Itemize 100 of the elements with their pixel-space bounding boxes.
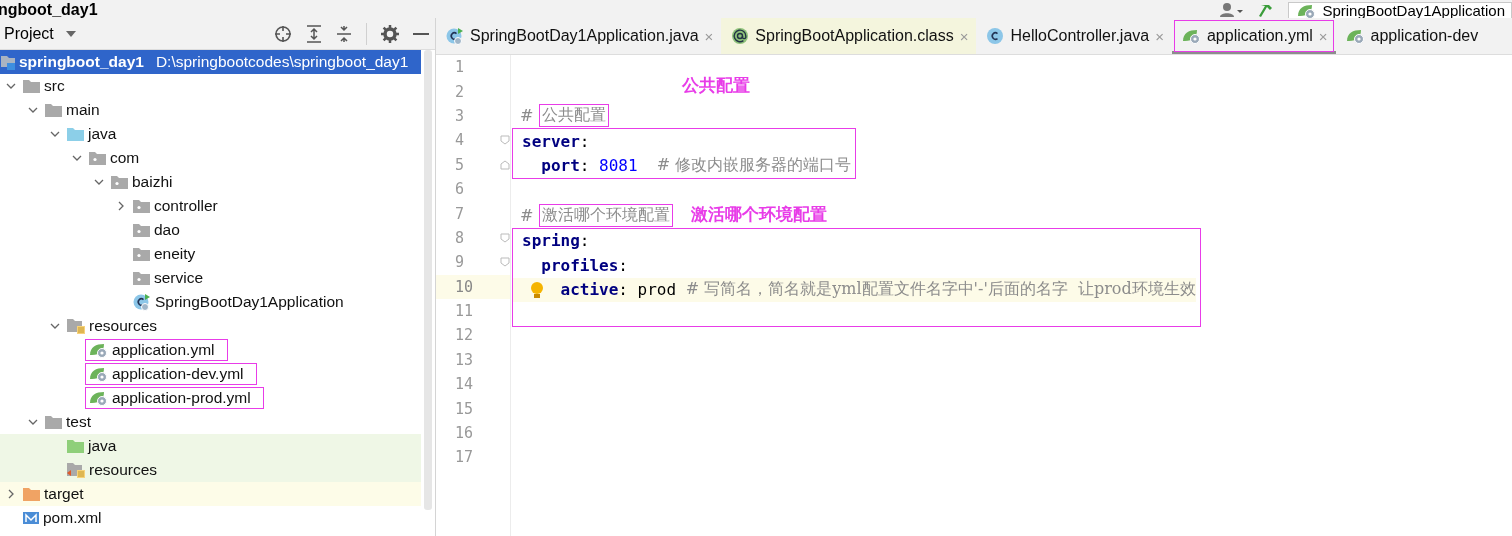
package-icon (111, 175, 128, 189)
tree-item-label: pom.xml (43, 509, 102, 527)
code-token: 激活哪个环境配置 (538, 204, 673, 228)
tree-item[interactable]: pom.xml (0, 506, 422, 530)
fold-marker-icon[interactable] (500, 232, 510, 243)
tree-item[interactable]: springboot_day1 D:\springbootcodes\springboot_day1 (0, 50, 422, 74)
tree-item-label: application-prod.yml (112, 389, 251, 407)
fold-marker-icon[interactable] (500, 159, 510, 170)
code-token: : (579, 156, 591, 176)
folder-icon (45, 415, 62, 429)
tree-item-label: java (88, 125, 117, 143)
line-number: 2 (455, 82, 465, 101)
caret-down-icon[interactable] (65, 30, 76, 37)
tree-item[interactable]: main (0, 98, 422, 122)
line-number: 16 (455, 424, 474, 443)
code-token: 公共配置 (538, 104, 609, 128)
class-icon (133, 293, 151, 311)
tree-item-label: test (66, 413, 91, 431)
code-token: # (520, 106, 535, 126)
tree-item-label: service (154, 269, 204, 287)
tree-item[interactable]: dao (0, 218, 422, 242)
expand-all-icon[interactable] (306, 24, 322, 43)
maven-icon (23, 512, 39, 524)
tree-item[interactable]: resources (0, 314, 422, 338)
tree-item[interactable]: baizhi (0, 170, 422, 194)
line-number: 3 (455, 106, 465, 125)
code-token: port (541, 156, 580, 176)
package-icon (133, 271, 150, 285)
tree-item[interactable]: eneity (0, 242, 422, 266)
project-view-dropdown[interactable]: Project (4, 24, 76, 43)
code-token: active (560, 280, 619, 300)
package-icon (133, 247, 150, 261)
tree-item[interactable]: com (0, 146, 422, 170)
chevron-down-icon[interactable] (50, 321, 60, 331)
chevron-down-icon[interactable] (72, 153, 82, 163)
lightbulb-icon[interactable] (530, 280, 544, 299)
tree-item[interactable]: java (0, 122, 422, 146)
chevron-down-icon[interactable] (50, 129, 60, 139)
class-icon (986, 27, 1005, 45)
chevron-down-icon[interactable] (28, 417, 38, 427)
tree-item[interactable]: controller (0, 194, 422, 218)
tree-item-label: src (44, 77, 65, 95)
line-number: 13 (455, 350, 474, 369)
tree-item[interactable]: test (0, 410, 422, 434)
tree-item[interactable]: resources (0, 458, 422, 482)
tree-item[interactable]: application-dev.yml (0, 362, 422, 386)
line-number: 17 (455, 448, 474, 467)
line-number: 11 (455, 302, 474, 321)
code-token: server (522, 131, 580, 151)
chevron-down-icon[interactable] (28, 105, 38, 115)
code-token: # (520, 206, 535, 226)
tree-item[interactable]: java (0, 434, 422, 458)
line-number: 4 (455, 131, 465, 150)
code-token: : (618, 255, 628, 275)
editor-tab[interactable]: application.yml × (1171, 18, 1336, 54)
line-number: 1 (455, 58, 465, 77)
resources-folder-icon (67, 462, 85, 478)
fold-marker-icon[interactable] (500, 135, 510, 146)
chevron-right-icon[interactable] (116, 201, 126, 211)
line-number: 14 (455, 375, 474, 394)
tree-item-label: SpringBootDay1Application (155, 293, 344, 311)
chevron-down-icon[interactable] (94, 177, 104, 187)
tree-item-label: springboot_day1 (19, 53, 144, 71)
collapse-all-icon[interactable] (336, 24, 352, 43)
scrollbar[interactable] (424, 50, 432, 510)
editor-tab[interactable]: SpringBootApplication.class × (721, 18, 977, 54)
tree-item[interactable]: SpringBootDay1Application (0, 290, 422, 314)
resources-folder-icon (67, 318, 85, 334)
folder-icon (23, 79, 40, 93)
tree-item[interactable]: application.yml (0, 338, 422, 362)
class-icon (446, 27, 464, 45)
tree-item[interactable]: service (0, 266, 422, 290)
annotation-note: 公共配置 (682, 74, 750, 98)
target-icon[interactable] (274, 24, 292, 43)
folder-icon (23, 487, 40, 501)
module-icon (1, 54, 15, 70)
package-icon (133, 199, 150, 213)
tree-item[interactable]: application-prod.yml (0, 386, 422, 410)
module-path: D:\springbootcodes\springboot_day1 (155, 53, 409, 71)
package-icon (89, 151, 106, 165)
leaf-icon (1345, 28, 1365, 44)
settings-icon[interactable] (381, 24, 399, 43)
line-number: 8 (455, 228, 465, 247)
tree-item-label: dao (154, 221, 180, 239)
code-token: # 修改内嵌服务器的端口号 (656, 155, 852, 177)
code-token: # 写简名，简名就是yml配置文件名字中'-'后面的名字 让prod环境生效 (685, 279, 1196, 301)
tree-item-label: com (110, 149, 140, 167)
leaf-icon (89, 390, 108, 406)
tree-item-label: baizhi (132, 173, 173, 191)
tree-item[interactable]: src (0, 74, 422, 98)
chevron-down-icon[interactable] (6, 81, 16, 91)
folder-icon (67, 127, 84, 141)
chevron-right-icon[interactable] (6, 489, 16, 499)
code-token: spring (522, 231, 580, 251)
tree-item[interactable]: target (0, 482, 422, 506)
code-token: : (579, 131, 590, 151)
fold-marker-icon[interactable] (500, 257, 510, 268)
leaf-icon (89, 366, 108, 382)
line-number: 9 (455, 253, 465, 272)
line-number: 10 (455, 277, 474, 296)
